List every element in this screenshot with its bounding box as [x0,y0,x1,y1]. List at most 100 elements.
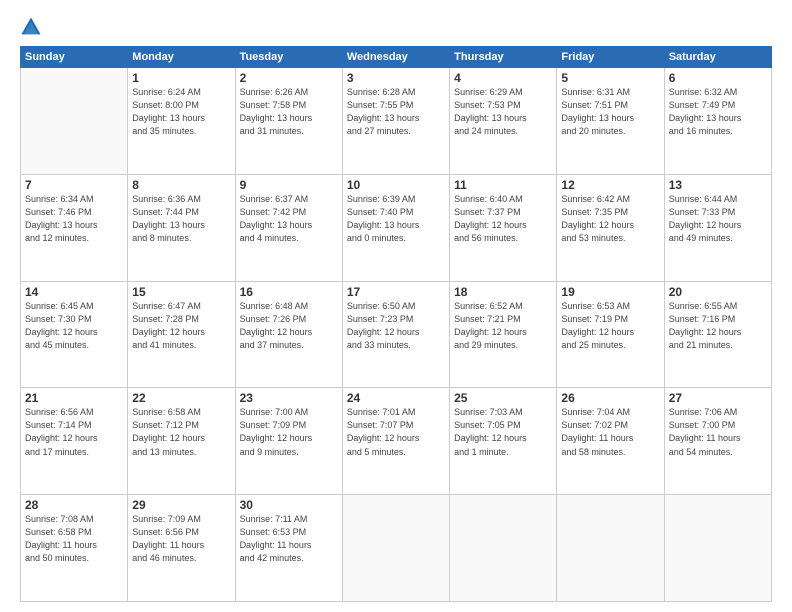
day-number: 30 [240,498,338,512]
day-info: Sunrise: 7:00 AM Sunset: 7:09 PM Dayligh… [240,406,338,458]
calendar-day-cell: 24Sunrise: 7:01 AM Sunset: 7:07 PM Dayli… [342,388,449,495]
day-info: Sunrise: 7:08 AM Sunset: 6:58 PM Dayligh… [25,513,123,565]
day-info: Sunrise: 6:36 AM Sunset: 7:44 PM Dayligh… [132,193,230,245]
day-info: Sunrise: 6:24 AM Sunset: 8:00 PM Dayligh… [132,86,230,138]
calendar-week-row: 7Sunrise: 6:34 AM Sunset: 7:46 PM Daylig… [21,174,772,281]
day-number: 17 [347,285,445,299]
calendar-week-row: 1Sunrise: 6:24 AM Sunset: 8:00 PM Daylig… [21,68,772,175]
day-number: 20 [669,285,767,299]
calendar-day-cell: 21Sunrise: 6:56 AM Sunset: 7:14 PM Dayli… [21,388,128,495]
calendar-day-cell: 15Sunrise: 6:47 AM Sunset: 7:28 PM Dayli… [128,281,235,388]
day-number: 21 [25,391,123,405]
day-info: Sunrise: 7:09 AM Sunset: 6:56 PM Dayligh… [132,513,230,565]
day-info: Sunrise: 6:42 AM Sunset: 7:35 PM Dayligh… [561,193,659,245]
day-info: Sunrise: 7:06 AM Sunset: 7:00 PM Dayligh… [669,406,767,458]
calendar-week-row: 21Sunrise: 6:56 AM Sunset: 7:14 PM Dayli… [21,388,772,495]
logo-icon [20,16,42,38]
day-info: Sunrise: 6:39 AM Sunset: 7:40 PM Dayligh… [347,193,445,245]
day-number: 1 [132,71,230,85]
day-number: 14 [25,285,123,299]
day-info: Sunrise: 7:01 AM Sunset: 7:07 PM Dayligh… [347,406,445,458]
calendar-day-cell: 20Sunrise: 6:55 AM Sunset: 7:16 PM Dayli… [664,281,771,388]
day-number: 29 [132,498,230,512]
calendar-day-cell [342,495,449,602]
day-info: Sunrise: 6:32 AM Sunset: 7:49 PM Dayligh… [669,86,767,138]
day-number: 15 [132,285,230,299]
calendar-day-cell: 13Sunrise: 6:44 AM Sunset: 7:33 PM Dayli… [664,174,771,281]
page: SundayMondayTuesdayWednesdayThursdayFrid… [0,0,792,612]
day-number: 23 [240,391,338,405]
day-info: Sunrise: 6:48 AM Sunset: 7:26 PM Dayligh… [240,300,338,352]
calendar-day-cell: 9Sunrise: 6:37 AM Sunset: 7:42 PM Daylig… [235,174,342,281]
day-info: Sunrise: 6:52 AM Sunset: 7:21 PM Dayligh… [454,300,552,352]
calendar-day-cell: 6Sunrise: 6:32 AM Sunset: 7:49 PM Daylig… [664,68,771,175]
day-info: Sunrise: 6:45 AM Sunset: 7:30 PM Dayligh… [25,300,123,352]
calendar-header-row: SundayMondayTuesdayWednesdayThursdayFrid… [21,47,772,68]
calendar-day-cell: 10Sunrise: 6:39 AM Sunset: 7:40 PM Dayli… [342,174,449,281]
calendar-day-cell: 17Sunrise: 6:50 AM Sunset: 7:23 PM Dayli… [342,281,449,388]
calendar-day-cell: 8Sunrise: 6:36 AM Sunset: 7:44 PM Daylig… [128,174,235,281]
calendar-day-cell: 25Sunrise: 7:03 AM Sunset: 7:05 PM Dayli… [450,388,557,495]
day-info: Sunrise: 7:03 AM Sunset: 7:05 PM Dayligh… [454,406,552,458]
calendar-day-cell: 22Sunrise: 6:58 AM Sunset: 7:12 PM Dayli… [128,388,235,495]
day-info: Sunrise: 6:53 AM Sunset: 7:19 PM Dayligh… [561,300,659,352]
day-number: 16 [240,285,338,299]
calendar-day-cell: 12Sunrise: 6:42 AM Sunset: 7:35 PM Dayli… [557,174,664,281]
day-number: 8 [132,178,230,192]
weekday-header: Wednesday [342,47,449,68]
day-info: Sunrise: 7:04 AM Sunset: 7:02 PM Dayligh… [561,406,659,458]
calendar-day-cell: 1Sunrise: 6:24 AM Sunset: 8:00 PM Daylig… [128,68,235,175]
weekday-header: Monday [128,47,235,68]
day-info: Sunrise: 6:47 AM Sunset: 7:28 PM Dayligh… [132,300,230,352]
day-number: 28 [25,498,123,512]
day-number: 11 [454,178,552,192]
calendar-week-row: 28Sunrise: 7:08 AM Sunset: 6:58 PM Dayli… [21,495,772,602]
day-number: 9 [240,178,338,192]
day-info: Sunrise: 6:44 AM Sunset: 7:33 PM Dayligh… [669,193,767,245]
day-number: 4 [454,71,552,85]
calendar-day-cell: 27Sunrise: 7:06 AM Sunset: 7:00 PM Dayli… [664,388,771,495]
day-number: 12 [561,178,659,192]
day-info: Sunrise: 6:37 AM Sunset: 7:42 PM Dayligh… [240,193,338,245]
calendar-day-cell: 28Sunrise: 7:08 AM Sunset: 6:58 PM Dayli… [21,495,128,602]
calendar-day-cell: 18Sunrise: 6:52 AM Sunset: 7:21 PM Dayli… [450,281,557,388]
day-info: Sunrise: 6:55 AM Sunset: 7:16 PM Dayligh… [669,300,767,352]
day-info: Sunrise: 6:29 AM Sunset: 7:53 PM Dayligh… [454,86,552,138]
calendar-day-cell: 3Sunrise: 6:28 AM Sunset: 7:55 PM Daylig… [342,68,449,175]
calendar-day-cell: 26Sunrise: 7:04 AM Sunset: 7:02 PM Dayli… [557,388,664,495]
calendar-day-cell [557,495,664,602]
weekday-header: Tuesday [235,47,342,68]
calendar-day-cell: 14Sunrise: 6:45 AM Sunset: 7:30 PM Dayli… [21,281,128,388]
day-info: Sunrise: 6:50 AM Sunset: 7:23 PM Dayligh… [347,300,445,352]
day-number: 13 [669,178,767,192]
day-info: Sunrise: 6:58 AM Sunset: 7:12 PM Dayligh… [132,406,230,458]
day-number: 26 [561,391,659,405]
day-number: 24 [347,391,445,405]
calendar-day-cell: 4Sunrise: 6:29 AM Sunset: 7:53 PM Daylig… [450,68,557,175]
day-number: 19 [561,285,659,299]
calendar-day-cell: 29Sunrise: 7:09 AM Sunset: 6:56 PM Dayli… [128,495,235,602]
day-number: 18 [454,285,552,299]
day-number: 25 [454,391,552,405]
day-info: Sunrise: 6:40 AM Sunset: 7:37 PM Dayligh… [454,193,552,245]
day-number: 7 [25,178,123,192]
day-info: Sunrise: 6:34 AM Sunset: 7:46 PM Dayligh… [25,193,123,245]
header [20,16,772,38]
calendar-day-cell [664,495,771,602]
day-number: 27 [669,391,767,405]
day-number: 2 [240,71,338,85]
calendar-week-row: 14Sunrise: 6:45 AM Sunset: 7:30 PM Dayli… [21,281,772,388]
weekday-header: Saturday [664,47,771,68]
day-number: 6 [669,71,767,85]
calendar-day-cell [450,495,557,602]
day-number: 22 [132,391,230,405]
day-number: 5 [561,71,659,85]
day-number: 10 [347,178,445,192]
calendar-day-cell: 23Sunrise: 7:00 AM Sunset: 7:09 PM Dayli… [235,388,342,495]
calendar-day-cell: 19Sunrise: 6:53 AM Sunset: 7:19 PM Dayli… [557,281,664,388]
calendar-table: SundayMondayTuesdayWednesdayThursdayFrid… [20,46,772,602]
logo [20,16,44,38]
day-info: Sunrise: 7:11 AM Sunset: 6:53 PM Dayligh… [240,513,338,565]
day-info: Sunrise: 6:56 AM Sunset: 7:14 PM Dayligh… [25,406,123,458]
day-info: Sunrise: 6:31 AM Sunset: 7:51 PM Dayligh… [561,86,659,138]
